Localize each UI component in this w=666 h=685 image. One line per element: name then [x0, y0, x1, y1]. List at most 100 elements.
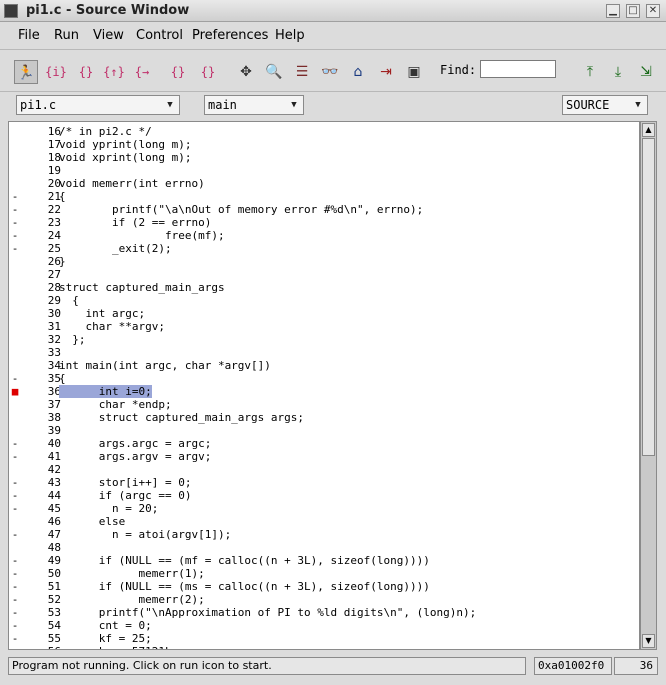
run-icon[interactable]: 🏃 [14, 60, 38, 84]
breakpoint-marker[interactable]: - [11, 567, 19, 580]
code-line[interactable]: 29 { [9, 294, 639, 307]
code-line[interactable]: 33 [9, 346, 639, 359]
code-line[interactable]: 37 char *endp; [9, 398, 639, 411]
code-line[interactable]: 38 struct captured_main_args args; [9, 411, 639, 424]
finish-icon[interactable]: {↑} [102, 60, 126, 84]
code-line[interactable]: - 21{ [9, 190, 639, 203]
code-line[interactable]: 32 }; [9, 333, 639, 346]
code-line[interactable]: 46 else [9, 515, 639, 528]
code-line[interactable]: 34 int main(int argc, char *argv[]) [9, 359, 639, 372]
breakpoint-marker[interactable]: - [11, 190, 19, 203]
maximize-icon[interactable]: □ [626, 4, 640, 18]
menu-control[interactable]: Control [136, 28, 183, 43]
home-icon[interactable]: ⌂ [346, 60, 370, 84]
breakpoint-marker[interactable]: - [11, 632, 19, 645]
code-line[interactable]: 26} [9, 255, 639, 268]
function-select[interactable]: main ▼ [204, 95, 304, 115]
step-icon[interactable]: {i} [44, 60, 68, 84]
minimize-icon[interactable]: ▁ [606, 4, 620, 18]
code-line[interactable]: - 45 n = 20; [9, 502, 639, 515]
stepi-icon[interactable]: {} [166, 60, 190, 84]
scroll-up-icon[interactable]: ▲ [642, 123, 655, 137]
code-line[interactable]: 16/* in pi2.c */ [9, 125, 639, 138]
breakpoint-marker[interactable]: - [11, 489, 19, 502]
breakpoint-marker[interactable]: - [11, 476, 19, 489]
breakpoint-marker[interactable]: - [11, 229, 19, 242]
code-line[interactable]: - 40 args.argc = argc; [9, 437, 639, 450]
code-line[interactable]: - 35{ [9, 372, 639, 385]
app-icon[interactable] [4, 4, 18, 18]
scrollbar-thumb[interactable] [642, 138, 655, 456]
code-line[interactable]: 18 void xprint(long m); [9, 151, 639, 164]
code-line[interactable]: - 23 if (2 == errno) [9, 216, 639, 229]
breakpoint-marker[interactable]: - [11, 619, 19, 632]
file-select[interactable]: pi1.c ▼ [16, 95, 180, 115]
menu-preferences[interactable]: Preferences [192, 28, 268, 43]
code-line[interactable]: 20 void memerr(int errno) [9, 177, 639, 190]
menu-help[interactable]: Help [275, 28, 305, 43]
breakpoint-marker[interactable]: - [11, 450, 19, 463]
code-line[interactable]: - 49 if (NULL == (mf = calloc((n + 3L), s… [9, 554, 639, 567]
breakpoint-marker[interactable]: - [11, 372, 19, 385]
frame-up-icon[interactable]: ⤒ [578, 60, 602, 84]
breakpoint-marker[interactable]: - [11, 203, 19, 216]
code-line[interactable]: - 55 kf = 25; [9, 632, 639, 645]
code-line[interactable]: - 51 if (NULL == (ms = calloc((n + 3L), s… [9, 580, 639, 593]
code-line[interactable]: -56 ks = 57121L; [9, 645, 639, 649]
goto-line-icon[interactable]: ⇥ [374, 60, 398, 84]
close-icon[interactable]: ✕ [646, 4, 660, 18]
code-line[interactable]: 39 [9, 424, 639, 437]
breakpoint-marker[interactable]: - [11, 528, 19, 541]
watch-icon[interactable]: 👓 [318, 60, 342, 84]
frame-down-icon[interactable]: ⤓ [606, 60, 630, 84]
source-code-view[interactable]: 16/* in pi2.c */17 void yprint(long m); 18… [8, 121, 640, 650]
nexti-icon[interactable]: {} [196, 60, 220, 84]
breakpoint-marker[interactable]: - [11, 645, 19, 649]
console-icon[interactable]: ▣ [402, 60, 426, 84]
code-line[interactable]: 19 [9, 164, 639, 177]
search-icon[interactable]: 🔍 [262, 60, 286, 84]
breakpoint-icon[interactable]: ■ [11, 385, 19, 398]
code-line[interactable]: - 53 printf("\nApproximation of PI to %ld… [9, 606, 639, 619]
breakpoint-marker[interactable]: - [11, 606, 19, 619]
code-line[interactable]: - 50 memerr(1); [9, 567, 639, 580]
menu-view[interactable]: View [93, 28, 124, 43]
vertical-scrollbar[interactable]: ▲ ▼ [640, 121, 657, 650]
code-line[interactable]: 31 char **argv; [9, 320, 639, 333]
breakpoint-marker[interactable]: - [11, 502, 19, 515]
code-line[interactable]: 17 void yprint(long m); [9, 138, 639, 151]
next-icon[interactable]: {} [74, 60, 98, 84]
stack-icon[interactable]: ✥ [234, 60, 258, 84]
breakpoint-marker[interactable]: - [11, 593, 19, 606]
breakpoint-marker[interactable]: - [11, 216, 19, 229]
breakpoint-marker[interactable]: - [11, 242, 19, 255]
breakpoint-marker[interactable]: - [11, 437, 19, 450]
line-number: 16 [47, 125, 61, 138]
mode-select[interactable]: SOURCE ▼ [562, 95, 648, 115]
frame-bottom-icon[interactable]: ⇲ [634, 60, 658, 84]
code-line[interactable]: - 44 if (argc == 0) [9, 489, 639, 502]
code-line[interactable]: - 25 _exit(2); [9, 242, 639, 255]
continue-icon[interactable]: {→ [130, 60, 154, 84]
code-line[interactable]: 30 int argc; [9, 307, 639, 320]
code-line[interactable]: 28 struct captured_main_args [9, 281, 639, 294]
code-line[interactable]: - 54 cnt = 0; [9, 619, 639, 632]
find-input[interactable] [480, 60, 556, 78]
breakpoint-marker[interactable]: - [11, 580, 19, 593]
code-line[interactable]: - 52 memerr(2); [9, 593, 639, 606]
breakpoint-marker[interactable]: - [11, 554, 19, 567]
line-number: 19 [47, 164, 61, 177]
code-line[interactable]: 42 [9, 463, 639, 476]
code-line[interactable]: 48 [9, 541, 639, 554]
code-line[interactable]: 27 [9, 268, 639, 281]
scroll-down-icon[interactable]: ▼ [642, 634, 655, 648]
code-line[interactable]: - 24 free(mf); [9, 229, 639, 242]
books-icon[interactable]: ☰ [290, 60, 314, 84]
code-line[interactable]: - 43 stor[i++] = 0; [9, 476, 639, 489]
menu-file[interactable]: File [18, 28, 40, 43]
code-line[interactable]: - 41 args.argv = argv; [9, 450, 639, 463]
menu-run[interactable]: Run [54, 28, 79, 43]
code-line[interactable]: - 47 n = atoi(argv[1]); [9, 528, 639, 541]
code-line[interactable]: - 22 printf("\a\nOut of memory error #%d\… [9, 203, 639, 216]
code-line[interactable]: ■ 36 int i=0; [9, 385, 639, 398]
